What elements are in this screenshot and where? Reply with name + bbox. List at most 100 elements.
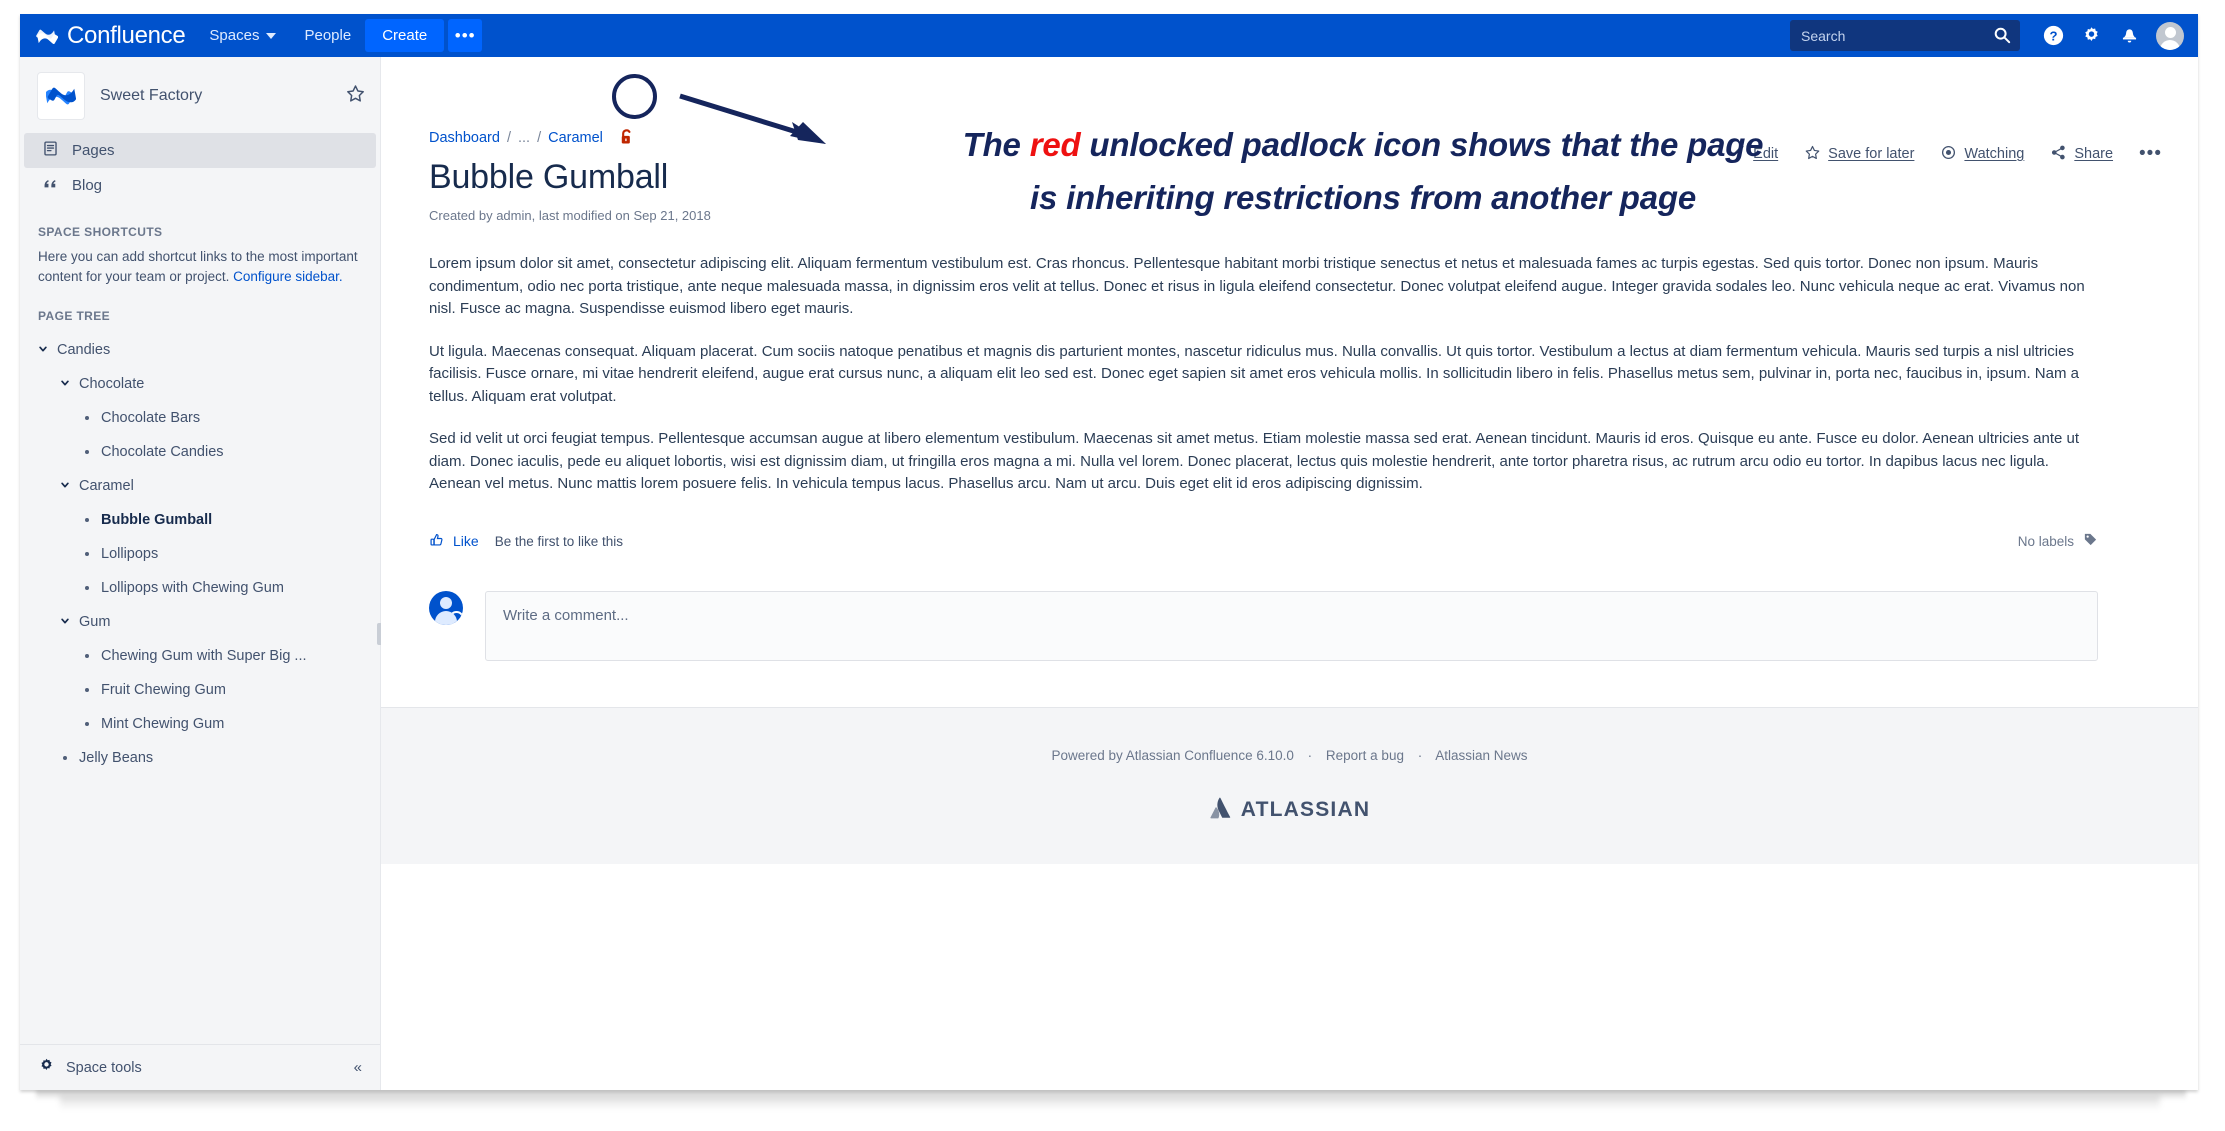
label-tag-icon xyxy=(2083,532,2098,550)
page-tree-item[interactable]: Chocolate Candies xyxy=(20,435,380,469)
bullet-dot-icon xyxy=(85,688,89,692)
create-button[interactable]: Create xyxy=(365,19,445,52)
page-tree-item-label: Chocolate Candies xyxy=(101,444,224,460)
page-footer: Powered by Atlassian Confluence 6.10.0 ·… xyxy=(381,707,2198,864)
footer-links: Powered by Atlassian Confluence 6.10.0 ·… xyxy=(381,748,2198,763)
like-button[interactable]: Like xyxy=(429,532,479,551)
breadcrumb-ellipsis[interactable]: ... xyxy=(518,130,530,146)
space-header[interactable]: Sweet Factory xyxy=(20,57,380,133)
search-input[interactable] xyxy=(1790,27,1980,44)
page-tree-item[interactable]: Jelly Beans xyxy=(20,741,380,775)
page-tree-item[interactable]: Chocolate xyxy=(20,367,380,401)
breadcrumb-dashboard[interactable]: Dashboard xyxy=(429,130,500,146)
window-shadow-2 xyxy=(60,1096,2160,1110)
space-tools-button[interactable]: Space tools « xyxy=(20,1044,380,1090)
no-labels-indicator[interactable]: No labels xyxy=(2018,532,2098,550)
footer-separator-2: · xyxy=(1417,747,1423,763)
page-tree-item[interactable]: Chewing Gum with Super Big ... xyxy=(20,639,380,673)
page-tree-item-label: Jelly Beans xyxy=(79,750,154,766)
annotation-line2: is inheriting restrictions from another … xyxy=(1030,179,1696,216)
help-icon[interactable]: ? xyxy=(2034,14,2072,57)
page-tree: Candies Chocolate Chocolate Bars Chocolate … xyxy=(20,331,380,775)
page-tree-item-label: Mint Chewing Gum xyxy=(101,716,225,732)
search-icon[interactable] xyxy=(1993,26,2011,49)
annotation-keyword-red: red xyxy=(1029,126,1081,163)
nav-item-people[interactable]: People xyxy=(290,14,365,57)
pages-icon xyxy=(42,140,59,161)
page-tree-item[interactable]: Fruit Chewing Gum xyxy=(20,673,380,707)
space-sidebar: Sweet Factory Pages Blog SPACE SHORTCUTS… xyxy=(20,57,383,1090)
page-tree-item[interactable]: Chocolate Bars xyxy=(20,401,380,435)
gear-icon[interactable] xyxy=(2072,14,2110,57)
nav-spaces-label: Spaces xyxy=(209,27,260,44)
svg-text:?: ? xyxy=(2049,28,2057,43)
atlassian-news-link[interactable]: Atlassian News xyxy=(1435,748,1527,763)
annotation-line1-part1: The xyxy=(962,126,1030,163)
article-paragraph: Sed id velit ut orci feugiat tempus. Pel… xyxy=(429,430,2080,492)
chevron-down-icon[interactable] xyxy=(38,342,48,358)
search-box[interactable] xyxy=(1790,20,2020,51)
top-navigation-bar: Confluence Spaces People Create ••• Sear… xyxy=(20,14,2198,57)
atlassian-logo: ATLASSIAN xyxy=(381,797,2198,824)
atlassian-logo-icon xyxy=(1209,797,1231,824)
sidebar-item-pages-label: Pages xyxy=(72,142,115,159)
comment-input[interactable]: Write a comment... xyxy=(485,590,2098,661)
page-tree-item-label: Chocolate xyxy=(79,376,145,392)
star-outline-icon[interactable] xyxy=(345,83,366,109)
watching-label: Watching xyxy=(1964,146,2025,162)
breadcrumb-separator: / xyxy=(506,129,511,146)
notification-bell-icon[interactable] xyxy=(2110,14,2148,57)
nav-people-label: People xyxy=(304,27,352,44)
page-tree-item[interactable]: Candies xyxy=(20,333,380,367)
sidebar-item-blog[interactable]: Blog xyxy=(24,168,376,203)
page-tree-item-label: Chocolate Bars xyxy=(101,410,201,426)
share-button[interactable]: Share xyxy=(2050,144,2113,165)
page-tree-item[interactable]: Lollipops xyxy=(20,537,380,571)
breadcrumb-caramel[interactable]: Caramel xyxy=(548,130,603,146)
page-tree-item[interactable]: Gum xyxy=(20,605,380,639)
like-hint-text: Be the first to like this xyxy=(494,533,623,549)
page-tree-item[interactable]: Bubble Gumball xyxy=(20,503,380,537)
share-icon xyxy=(2050,144,2067,165)
sidebar-item-blog-label: Blog xyxy=(72,177,103,194)
breadcrumb-separator-2: / xyxy=(537,129,542,146)
bullet-dot-icon xyxy=(85,654,89,658)
chevron-down-icon[interactable] xyxy=(60,478,70,494)
page-more-actions-button[interactable]: ••• xyxy=(2139,143,2162,165)
no-labels-text: No labels xyxy=(2017,533,2074,549)
chevron-down-icon[interactable] xyxy=(60,614,70,630)
nav-item-spaces[interactable]: Spaces xyxy=(195,14,290,57)
page-tree-item-label: Caramel xyxy=(79,478,134,494)
gear-icon xyxy=(38,1057,55,1078)
chevron-down-icon[interactable] xyxy=(60,376,70,392)
sidebar-item-pages[interactable]: Pages xyxy=(24,133,376,168)
page-tree-item-label: Lollipops xyxy=(101,546,159,562)
user-avatar-edit-icon xyxy=(429,590,463,625)
create-more-button[interactable]: ••• xyxy=(448,19,483,52)
bullet-dot-icon xyxy=(85,586,89,590)
bullet-dot-icon xyxy=(63,756,67,760)
page-tree-item-label: Candies xyxy=(57,342,111,358)
confluence-brand[interactable]: Confluence xyxy=(20,14,195,57)
share-label: Share xyxy=(2074,146,2114,162)
annotation-line1-part2: unlocked padlock icon shows that the pag… xyxy=(1080,126,1764,163)
page-tree-item[interactable]: Caramel xyxy=(20,469,380,503)
page-tree-heading: PAGE TREE xyxy=(38,309,111,323)
top-nav-right-group: ? xyxy=(1790,14,2198,57)
page-tree-item-label: Lollipops with Chewing Gum xyxy=(101,580,284,596)
comment-composer: Write a comment... xyxy=(381,551,2198,661)
watching-button[interactable]: Watching xyxy=(1940,144,2024,165)
double-chevron-left-icon[interactable]: « xyxy=(354,1059,362,1076)
report-bug-link[interactable]: Report a bug xyxy=(1326,748,1404,763)
pencil-badge-icon xyxy=(449,610,463,625)
space-tools-label: Space tools xyxy=(66,1059,142,1076)
page-tree-item-label: Gum xyxy=(79,614,111,630)
page-tree-item[interactable]: Mint Chewing Gum xyxy=(20,707,380,741)
bullet-dot-icon xyxy=(85,552,89,556)
restriction-padlock-icon[interactable] xyxy=(616,127,637,148)
configure-sidebar-link[interactable]: Configure sidebar. xyxy=(233,269,343,284)
bullet-dot-icon xyxy=(85,722,89,726)
space-shortcuts-heading: SPACE SHORTCUTS xyxy=(38,225,163,239)
user-avatar-icon[interactable] xyxy=(2156,21,2184,50)
page-tree-item[interactable]: Lollipops with Chewing Gum xyxy=(20,571,380,605)
